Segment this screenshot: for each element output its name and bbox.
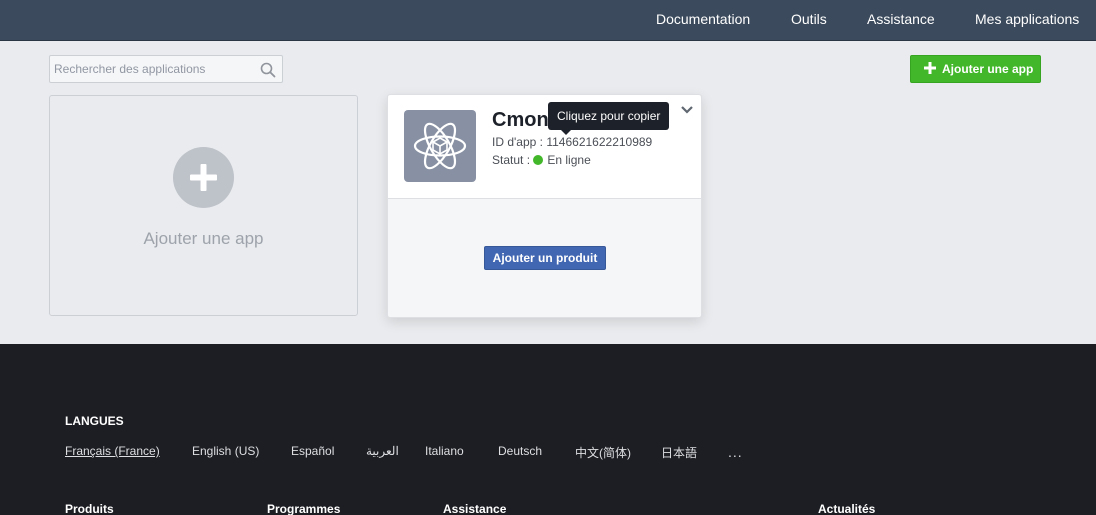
add-app-tile[interactable]: Ajouter une app: [49, 95, 358, 316]
copy-tooltip: Cliquez pour copier: [548, 102, 670, 130]
nav-documentation[interactable]: Documentation: [656, 11, 750, 27]
nav-outils[interactable]: Outils: [791, 11, 827, 27]
lang-japanese[interactable]: 日本語: [661, 444, 697, 461]
add-app-tile-label: Ajouter une app: [143, 229, 264, 248]
plus-circle-icon: [173, 147, 234, 208]
footer-col-produits[interactable]: Produits: [65, 502, 114, 515]
footer-col-programmes[interactable]: Programmes: [267, 502, 340, 515]
nav-assistance[interactable]: Assistance: [867, 11, 935, 27]
app-id-value[interactable]: 1146621622210989: [546, 135, 652, 149]
app-status-row: Statut : En ligne: [492, 153, 591, 167]
lang-arabic[interactable]: العربية: [366, 444, 399, 458]
lang-espanol[interactable]: Español: [291, 444, 334, 458]
app-id-label: ID d'app :: [492, 135, 543, 149]
search-icon[interactable]: [260, 62, 276, 78]
atom-icon[interactable]: [404, 110, 476, 182]
nav-mes-applications[interactable]: Mes applications: [975, 11, 1079, 27]
more-languages-button[interactable]: ...: [728, 444, 743, 460]
app-status-label: Statut :: [492, 153, 531, 167]
footer-col-actualites[interactable]: Actualités: [818, 502, 875, 515]
footer-col-assistance[interactable]: Assistance: [443, 502, 506, 515]
languages-heading: LANGUES: [65, 414, 124, 428]
add-product-button[interactable]: Ajouter un produit: [484, 246, 606, 270]
app-id-row: ID d'app : 1146621622210989: [492, 135, 652, 149]
app-name: Cmon: [492, 109, 549, 131]
lang-francais[interactable]: Français (France): [65, 444, 160, 458]
add-app-button[interactable]: Ajouter une app: [910, 55, 1041, 83]
lang-english[interactable]: English (US): [192, 444, 259, 458]
app-status-value: En ligne: [547, 153, 591, 167]
tooltip-arrow: [561, 130, 571, 135]
footer: LANGUES Français (France) English (US) E…: [0, 344, 1096, 515]
search-box: [49, 55, 283, 83]
add-app-button-label: Ajouter une app: [942, 62, 1034, 76]
search-input[interactable]: [50, 56, 250, 82]
plus-icon: [923, 61, 937, 75]
lang-chinese[interactable]: 中文(简体): [575, 444, 631, 461]
status-online-icon: [533, 155, 544, 165]
lang-italiano[interactable]: Italiano: [425, 444, 464, 458]
lang-deutsch[interactable]: Deutsch: [498, 444, 542, 458]
top-nav-bar: Documentation Outils Assistance Mes appl…: [0, 0, 1096, 41]
chevron-down-icon[interactable]: [680, 102, 694, 114]
